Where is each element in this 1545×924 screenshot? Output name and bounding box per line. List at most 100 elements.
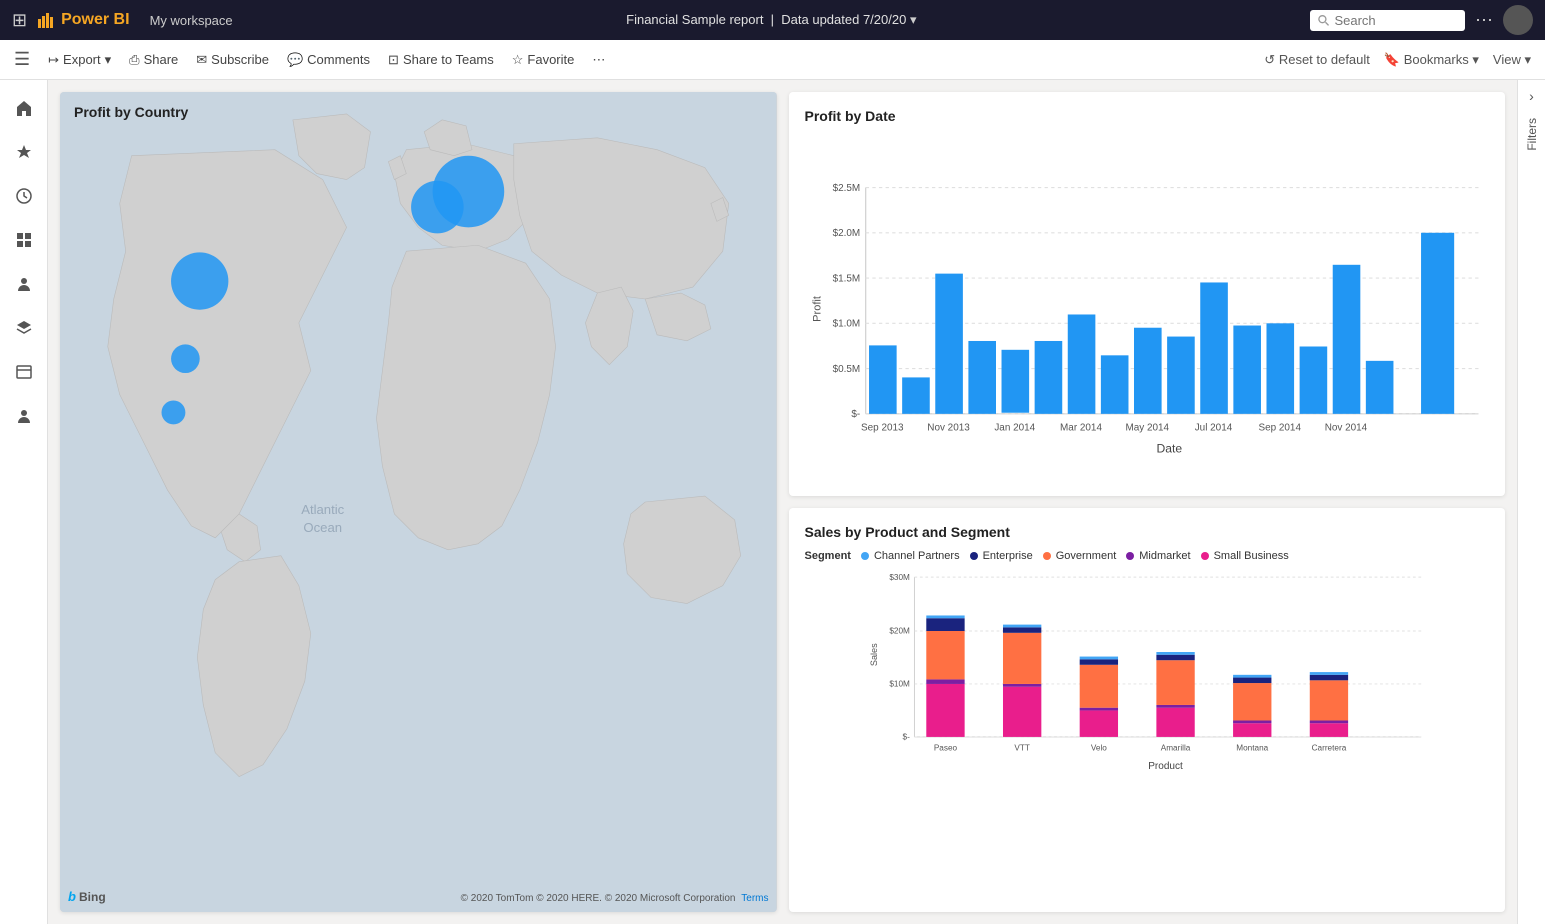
toolbar: ☰ ↦ Export ▾ ⎙ Share ✉ Subscribe 💬 Comme… (0, 40, 1545, 80)
top-nav: ⊞ Power BI My workspace Financial Sample… (0, 0, 1545, 40)
svg-text:Profit: Profit (811, 296, 823, 322)
svg-text:$1.5M: $1.5M (832, 273, 860, 284)
sales-by-product-title: Sales by Product and Segment (805, 524, 1490, 540)
svg-text:Paseo: Paseo (933, 744, 957, 753)
menu-icon[interactable]: ☰ (14, 49, 30, 70)
left-sidebar (0, 80, 48, 924)
filters-label[interactable]: Filters (1525, 118, 1539, 151)
teams-icon: ⊡ (388, 52, 399, 68)
bar-jul2014[interactable] (1200, 282, 1228, 413)
share-button[interactable]: ⎙ Share (129, 52, 178, 68)
bookmarks-dropdown-icon: ▾ (1472, 52, 1479, 67)
map-bubble-france[interactable] (411, 181, 464, 234)
bar-nov2013[interactable] (935, 274, 963, 414)
sidebar-icon-workspaces[interactable] (4, 352, 44, 392)
bar-mar2014[interactable] (1067, 314, 1095, 413)
svg-text:$2.0M: $2.0M (832, 228, 860, 239)
profit-by-date-title: Profit by Date (805, 108, 1490, 124)
svg-text:Ocean: Ocean (303, 520, 342, 535)
map-bubble-canada[interactable] (171, 252, 228, 309)
brand-logo: Power BI (37, 11, 129, 29)
svg-text:Velo: Velo (1090, 744, 1106, 753)
legend-small-business[interactable]: Small Business (1201, 550, 1289, 562)
favorite-icon: ☆ (512, 52, 524, 68)
favorite-button[interactable]: ☆ Favorite (512, 52, 575, 68)
bar-oct2014[interactable] (1299, 346, 1327, 413)
map-bubble-central-america[interactable] (162, 400, 186, 424)
bar-jun2014[interactable] (1167, 337, 1195, 414)
svg-text:Montana: Montana (1236, 744, 1268, 753)
share-icon: ⎙ (129, 52, 139, 68)
svg-text:Nov 2013: Nov 2013 (927, 422, 970, 433)
bar-feb2014[interactable] (1034, 341, 1062, 414)
sidebar-icon-home[interactable] (4, 88, 44, 128)
svg-text:Sep 2013: Sep 2013 (861, 422, 904, 433)
export-button[interactable]: ↦ Export ▾ (48, 52, 111, 68)
sidebar-icon-apps[interactable] (4, 220, 44, 260)
collapse-filters-button[interactable]: › (1529, 88, 1534, 104)
svg-text:$-: $- (902, 733, 910, 742)
bar-aug2014[interactable] (1233, 326, 1261, 414)
bar-jan2014[interactable] (1001, 350, 1029, 413)
bar-velo[interactable] (1079, 657, 1117, 737)
bar-amarilla[interactable] (1156, 652, 1194, 737)
bar-carretera[interactable] (1309, 672, 1347, 737)
segment-label: Segment (805, 550, 851, 562)
bar-dec2014[interactable] (1365, 361, 1393, 414)
bar-oct2013[interactable] (902, 377, 930, 413)
sidebar-icon-account[interactable] (4, 396, 44, 436)
svg-text:Sales: Sales (868, 643, 878, 666)
bar-montana[interactable] (1233, 675, 1271, 737)
search-input[interactable] (1334, 13, 1457, 28)
grid-icon[interactable]: ⊞ (12, 10, 27, 31)
bar-paseo[interactable] (926, 615, 964, 736)
export-icon: ↦ (48, 52, 59, 68)
svg-text:Nov 2014: Nov 2014 (1324, 422, 1367, 433)
svg-text:$0.5M: $0.5M (832, 364, 860, 375)
sidebar-icon-favorites[interactable] (4, 132, 44, 172)
reset-default-button[interactable]: ↺ Reset to default (1264, 52, 1370, 68)
map-terms-link[interactable]: Terms (741, 893, 768, 904)
comments-button[interactable]: 💬 Comments (287, 52, 370, 68)
legend-government[interactable]: Government (1043, 550, 1117, 562)
bar-vtt[interactable] (1002, 625, 1040, 737)
legend-midmarket[interactable]: Midmarket (1126, 550, 1190, 562)
share-teams-button[interactable]: ⊡ Share to Teams (388, 52, 494, 68)
toolbar-right: ↺ Reset to default 🔖 Bookmarks ▾ View ▾ (1264, 52, 1531, 68)
right-sidebar: › Filters (1517, 80, 1545, 924)
subscribe-icon: ✉ (196, 52, 207, 68)
view-button[interactable]: View ▾ (1493, 52, 1531, 68)
bar-jan2015[interactable] (1421, 233, 1454, 414)
more-options-button[interactable]: ⋯ (1475, 10, 1493, 31)
bookmarks-button[interactable]: 🔖 Bookmarks ▾ (1384, 52, 1479, 68)
export-dropdown-icon: ▾ (105, 52, 112, 68)
map-title: Profit by Country (74, 104, 188, 120)
avatar[interactable] (1503, 5, 1533, 35)
svg-text:Jan 2014: Jan 2014 (994, 422, 1035, 433)
bar-may2014[interactable] (1134, 328, 1162, 414)
sidebar-icon-learn[interactable] (4, 308, 44, 348)
more-toolbar-button[interactable]: ⋯ (592, 52, 605, 68)
bar-dec2013[interactable] (968, 341, 996, 414)
sidebar-icon-recent[interactable] (4, 176, 44, 216)
workspace-label[interactable]: My workspace (150, 13, 233, 28)
sidebar-icon-shared[interactable] (4, 264, 44, 304)
data-dropdown-icon[interactable]: ▾ (910, 12, 917, 27)
search-box[interactable] (1310, 10, 1465, 31)
map-bubble-mexico[interactable] (171, 344, 200, 373)
search-icon (1318, 14, 1329, 27)
sales-legend: Segment Channel Partners Enterprise Gove… (805, 550, 1490, 562)
main-layout: Profit by Date $- $0.5M $1.0M $1.5M $2.0… (0, 80, 1545, 924)
subscribe-button[interactable]: ✉ Subscribe (196, 52, 269, 68)
bar-apr2014[interactable] (1100, 355, 1128, 414)
svg-text:$10M: $10M (889, 680, 910, 689)
reset-icon: ↺ (1264, 52, 1275, 67)
legend-enterprise[interactable]: Enterprise (970, 550, 1033, 562)
bookmarks-icon: 🔖 (1384, 52, 1400, 67)
bar-sep2013[interactable] (869, 345, 897, 413)
legend-channel-partners[interactable]: Channel Partners (861, 550, 960, 562)
bar-nov2014[interactable] (1332, 265, 1360, 414)
bar-sep2014[interactable] (1266, 323, 1294, 414)
profit-by-country-panel: Profit by Country (60, 92, 777, 912)
svg-text:Sep 2014: Sep 2014 (1258, 422, 1301, 433)
